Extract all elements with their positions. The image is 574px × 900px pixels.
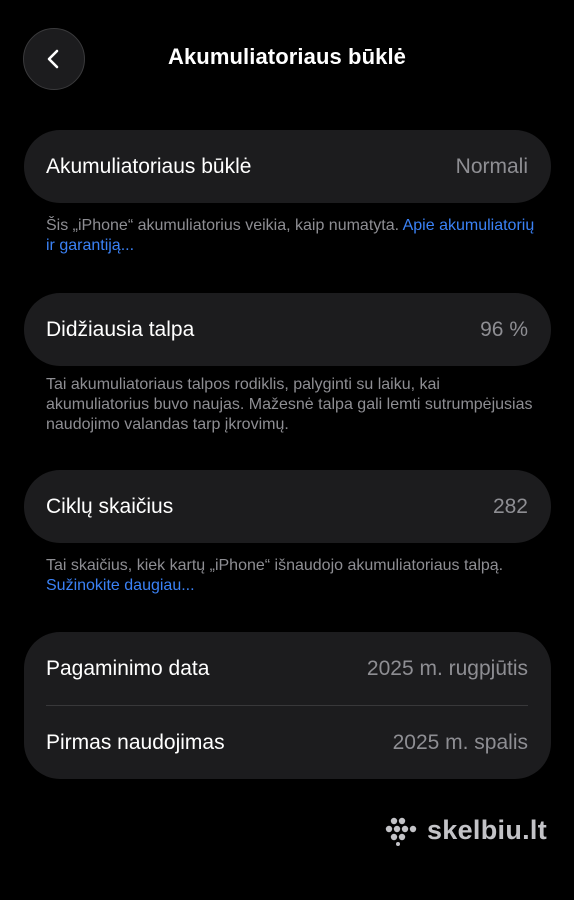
skelbiu-watermark: skelbiu.lt <box>385 815 547 846</box>
battery-health-note: Šis „iPhone“ akumuliatorius veikia, kaip… <box>46 216 536 256</box>
learn-more-link[interactable]: Sužinokite daugiau... <box>46 577 195 594</box>
battery-health-screen: Akumuliatoriaus būklė Akumuliatoriaus bū… <box>0 0 574 900</box>
cycle-count-note: Tai skaičius, kiek kartų „iPhone“ išnaud… <box>46 556 536 596</box>
cycle-count-note-text: Tai skaičius, kiek kartų „iPhone“ išnaud… <box>46 557 504 574</box>
cycle-count-value: 282 <box>492 494 528 518</box>
skelbiu-logo-icon <box>385 817 417 846</box>
max-capacity-row: Didžiausia talpa 96 % <box>24 293 551 366</box>
first-use-row: Pirmas naudojimas 2025 m. spalis <box>24 706 551 779</box>
watermark-text: skelbiu.lt <box>426 815 547 845</box>
manufacture-date-label: Pagaminimo data <box>46 656 210 680</box>
battery-health-card: Akumuliatoriaus būklė Normali <box>24 130 551 203</box>
manufacture-date-row: Pagaminimo data 2025 m. rugpjūtis <box>24 632 551 705</box>
battery-health-value: Normali <box>455 154 528 178</box>
first-use-label: Pirmas naudojimas <box>46 730 225 754</box>
max-capacity-value: 96 % <box>480 317 528 341</box>
cycle-count-card: Ciklų skaičius 282 <box>24 470 551 543</box>
cycle-count-label: Ciklų skaičius <box>46 494 174 518</box>
battery-health-label: Akumuliatoriaus būklė <box>46 154 252 178</box>
manufacture-date-value: 2025 m. rugpjūtis <box>366 656 528 680</box>
battery-health-note-text: Šis „iPhone“ akumuliatorius veikia, kaip… <box>46 217 403 234</box>
max-capacity-card: Didžiausia talpa 96 % <box>24 293 551 366</box>
battery-health-row: Akumuliatoriaus būklė Normali <box>24 130 551 203</box>
cycle-count-row: Ciklų skaičius 282 <box>24 470 551 543</box>
page-title: Akumuliatoriaus būklė <box>167 44 407 69</box>
first-use-value: 2025 m. spalis <box>392 730 528 754</box>
dates-card: Pagaminimo data 2025 m. rugpjūtis Pirmas… <box>24 632 551 779</box>
max-capacity-note: Tai akumuliatoriaus talpos rodiklis, pal… <box>46 376 533 433</box>
max-capacity-label: Didžiausia talpa <box>46 317 195 341</box>
